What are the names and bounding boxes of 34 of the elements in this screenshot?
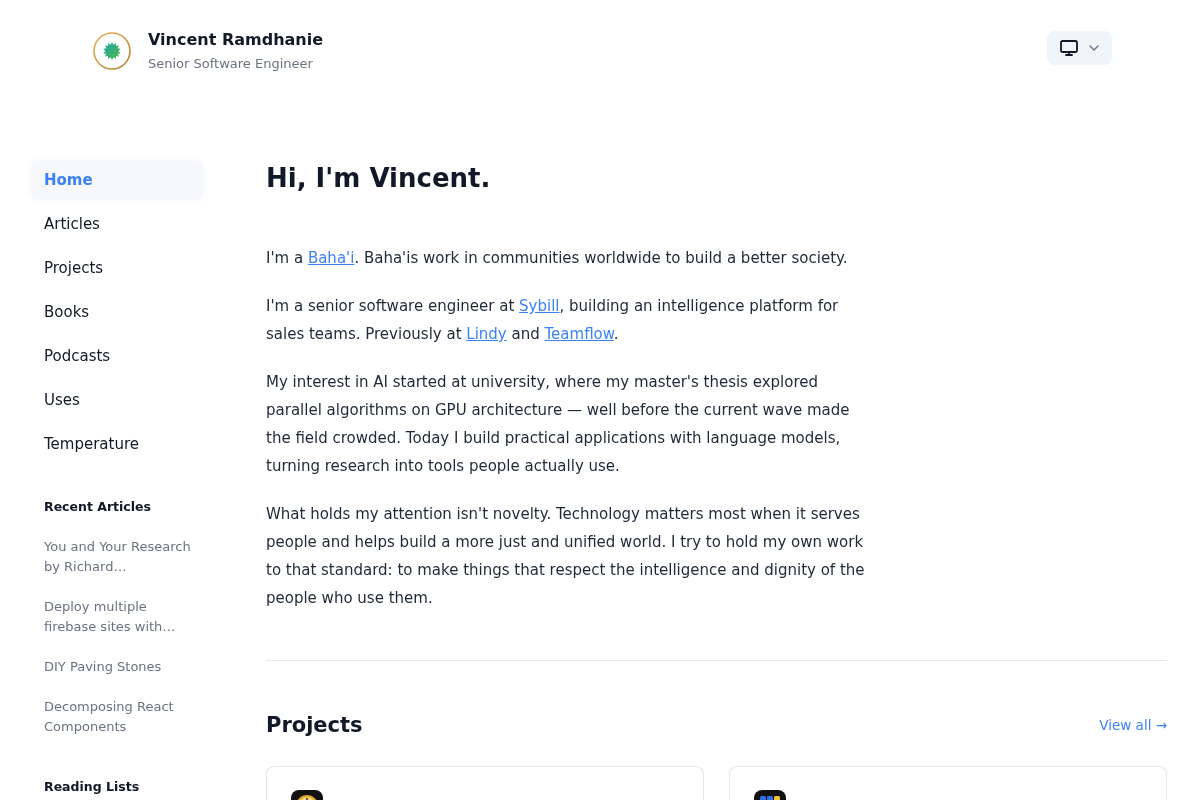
- theme-menu-button[interactable]: [1047, 31, 1112, 65]
- monitor-icon: [1060, 40, 1078, 56]
- nav-link[interactable]: Books: [32, 294, 202, 331]
- paragraph: I'm a Baha'i. Baha'is work in communities worldwide to build a better society.: [266, 248, 849, 269]
- inline-link[interactable]: Lindy: [466, 325, 507, 343]
- chevron-down-icon: [1089, 45, 1099, 51]
- paragraph: My interest in AI started at university, where my master's thesis explored parallel algorithms on GPU architecture — well before the current wave made the field crowded. Today I build practical applications with language models, turning research into tools people actually use.: [266, 372, 851, 477]
- job-title: Senior Software Engineer: [148, 55, 314, 73]
- article-link[interactable]: You and Your Research by Richard…: [32, 537, 202, 577]
- nav-link[interactable]: Temperature: [32, 426, 202, 463]
- project-card[interactable]: [729, 766, 1167, 800]
- site-owner-name: Vincent Ramdhanie: [148, 29, 324, 51]
- article-link[interactable]: Decomposing React Components: [32, 697, 202, 737]
- page-heading: Hi, I'm Vincent.: [266, 162, 492, 195]
- inline-link[interactable]: Sybill: [519, 297, 560, 315]
- nav-link[interactable]: Articles: [32, 206, 202, 243]
- article-link[interactable]: Deploy multiple firebase sites with…: [32, 597, 202, 637]
- nav-link[interactable]: Podcasts: [32, 338, 202, 375]
- paragraph: I'm a senior software engineer at Sybill, building an intelligence platform for sales teams. Previously at Lindy and Teamflow.: [266, 296, 840, 345]
- article-link[interactable]: DIY Paving Stones: [32, 657, 202, 677]
- nav-link[interactable]: Home: [32, 162, 202, 199]
- inline-link[interactable]: Baha'i: [307, 249, 355, 267]
- columns-icon: [754, 790, 786, 800]
- nav-link[interactable]: Projects: [32, 250, 202, 287]
- clock-icon: [291, 790, 323, 800]
- sunburst-logo-icon: [93, 32, 131, 70]
- project-card[interactable]: [266, 766, 704, 800]
- inline-link[interactable]: Teamflow: [544, 325, 614, 343]
- nav-link[interactable]: Uses: [32, 382, 202, 419]
- section-heading: Recent Articles: [43, 498, 152, 516]
- view-all-link[interactable]: View all →: [1099, 717, 1167, 733]
- section-heading: Projects: [266, 712, 363, 739]
- section-heading: Reading Lists: [43, 778, 141, 796]
- paragraph: What holds my attention isn't novelty. Technology matters most when it serves people and helps build a more just and unified world. I try to hold my own work to that standard: to make things that respect the intelligence and dignity of the people who use them.: [266, 504, 866, 609]
